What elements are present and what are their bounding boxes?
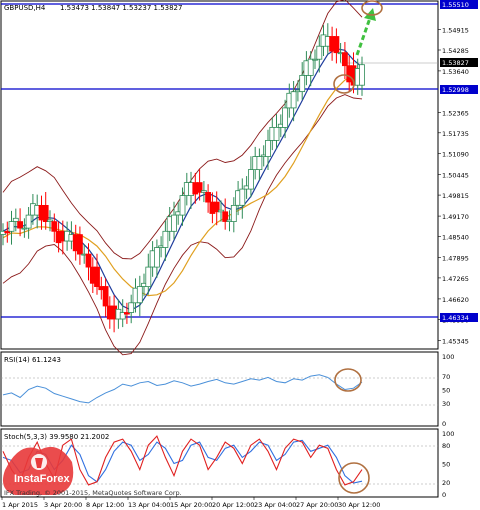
trading-chart[interactable]: GBPUSD,H4 1.53473 1.53847 1.53237 1.5382… xyxy=(0,0,480,510)
price-axis-label: 1.46620 xyxy=(442,296,469,304)
time-axis-label: 30 Apr 12:00 xyxy=(338,501,380,509)
rsi-scale-label: 70 xyxy=(442,373,450,381)
price-axis-label: 1.51090 xyxy=(442,151,469,159)
main-header-symbol: GBPUSD,H4 xyxy=(4,4,46,12)
price-axis-label: 1.51735 xyxy=(442,130,469,138)
time-axis-label: 13 Apr 04:00 xyxy=(128,501,170,509)
copyright-text: IFX Trading, © 2001-2015, MetaQuotes Sof… xyxy=(4,489,182,497)
time-axis-label: 20 Apr 12:00 xyxy=(212,501,254,509)
main-header-ohlc: 1.53473 1.53847 1.53237 1.53827 xyxy=(60,4,182,12)
stoch-header: Stoch(5,3,3) 39.9580 21.2002 xyxy=(4,433,109,441)
price-axis-label: 1.54285 xyxy=(442,47,469,55)
logo-brand-text: InstaForex xyxy=(14,473,71,485)
price-axis-label: 1.47265 xyxy=(442,275,469,283)
time-axis-label: 15 Apr 20:00 xyxy=(170,501,212,509)
rsi-scale-label: 0 xyxy=(442,420,446,428)
stoch-scale-label: 0 xyxy=(442,491,446,499)
rsi-header: RSI(14) 61.1243 xyxy=(4,356,61,364)
time-axis-label: 1 Apr 2015 xyxy=(2,501,38,509)
price-axis-label: 1.50445 xyxy=(442,172,469,180)
stoch-scale-label: 100 xyxy=(442,430,454,438)
time-axis-label: 3 Apr 20:00 xyxy=(44,501,82,509)
current-price-value: 1.53827 xyxy=(442,59,469,67)
rsi-scale-label: 30 xyxy=(442,400,450,408)
price-axis-label: 1.49170 xyxy=(442,213,469,221)
top-level-value: 1.55510 xyxy=(442,1,469,9)
low-level-value: 1.46334 xyxy=(442,314,469,322)
time-axis-label: 23 Apr 04:00 xyxy=(254,501,296,509)
price-axis-label: 1.48540 xyxy=(442,234,469,242)
stoch-scale-label: 50 xyxy=(442,461,450,469)
rsi-scale-label: 50 xyxy=(442,387,450,395)
stoch-scale-label: 20 xyxy=(442,479,450,487)
price-axis-label: 1.49815 xyxy=(442,192,469,200)
price-axis-label: 1.54915 xyxy=(442,27,469,35)
mid-level-value: 1.52998 xyxy=(442,86,469,94)
time-axis-label: 27 Apr 20:00 xyxy=(296,501,338,509)
price-axis-label: 1.47895 xyxy=(442,255,469,263)
price-axis-label: 1.53640 xyxy=(442,68,469,76)
price-axis-label: 1.45345 xyxy=(442,337,469,345)
stoch-scale-label: 80 xyxy=(442,442,450,450)
time-axis-label: 8 Apr 12:00 xyxy=(86,501,124,509)
price-axis-label: 1.52365 xyxy=(442,109,469,117)
rsi-scale-label: 100 xyxy=(442,353,454,361)
